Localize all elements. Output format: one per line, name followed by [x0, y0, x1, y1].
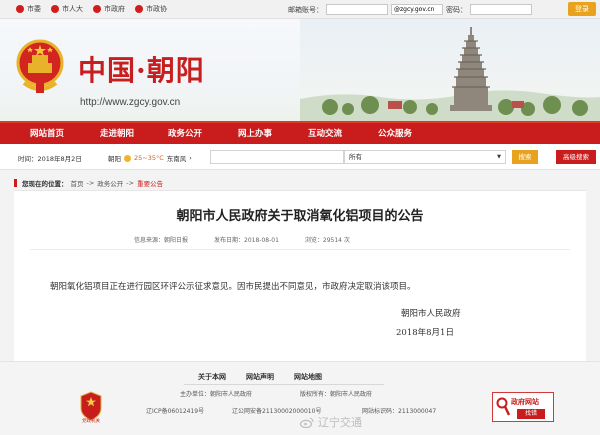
emblem-icon: [93, 5, 101, 13]
footer-link-statement[interactable]: 网站声明: [246, 372, 274, 382]
sun-icon: [124, 154, 131, 162]
nav-item-about[interactable]: 走进朝阳: [100, 127, 134, 139]
main-nav: 网站首页 走进朝阳 政务公开 网上办事 互动交流 公众服务: [0, 121, 600, 144]
top-link-party[interactable]: 市委: [16, 4, 41, 14]
gov-badge-action: 找错: [517, 409, 545, 419]
header-banner: 中国·朝阳 http://www.zgcy.gov.cn: [0, 19, 600, 121]
email-user-input[interactable]: [326, 4, 388, 15]
weather-city: 朝阳: [108, 155, 121, 163]
emblem-icon: [135, 5, 143, 13]
top-link-npc[interactable]: 市人大: [51, 4, 83, 14]
nav-item-online-services[interactable]: 网上办事: [238, 127, 272, 139]
search-input[interactable]: [210, 150, 344, 164]
footer-sponsor: 主办单位：朝阳市人民政府: [180, 391, 253, 398]
email-login: 邮箱账号： 密码：: [288, 4, 532, 15]
footer-icp[interactable]: 辽ICP备06012419号: [146, 406, 204, 415]
watermark-text: 辽宁交通: [318, 416, 362, 429]
article-meta: 信息来源：朝阳日报 发布日期：2018-08-01 浏览：29514 次: [134, 235, 350, 244]
weibo-icon: [300, 417, 314, 428]
login-button[interactable]: 登录: [568, 2, 596, 16]
site-title: 中国·朝阳: [78, 54, 205, 87]
weather-wind: 东南风: [166, 155, 187, 163]
search-button[interactable]: 搜索: [512, 150, 538, 164]
footer-link-about[interactable]: 关于本网: [198, 372, 226, 382]
breadcrumb-label: 您现在的位置：: [22, 180, 68, 188]
footer-links: 关于本网 网站声明 网站地图: [198, 372, 322, 382]
top-bar: 市委 市人大 市政府 市政协 邮箱账号： 密码： 登录: [0, 0, 600, 19]
emblem-icon: [16, 5, 24, 13]
article-panel: 朝阳市人民政府关于取消氧化铝项目的公告 信息来源：朝阳日报 发布日期：2018-…: [14, 191, 586, 361]
breadcrumb: 您现在的位置： 首页 -> 政务公开 -> 重要公告: [14, 178, 163, 188]
article-body: 朝阳氧化铝项目正在进行园区环评公示征求意见。因市民提出不同意见，市政府决定取消该…: [50, 282, 416, 292]
breadcrumb-separator-icon: ->: [86, 179, 95, 187]
password-input[interactable]: [470, 4, 532, 15]
gov-site-error-report-badge[interactable]: 政府网站 找错: [492, 392, 554, 422]
footer-link-sitemap[interactable]: 网站地图: [294, 372, 322, 382]
national-emblem-icon: [16, 39, 64, 93]
pagoda-scenery-image: [300, 19, 600, 121]
article-sign-date: 2018年8月1日: [396, 328, 454, 338]
gov-badge-title: 政府网站: [511, 398, 539, 406]
chevron-down-icon: ▼: [497, 154, 501, 160]
article-signature: 朝阳市人民政府: [401, 309, 461, 319]
footer-copyright: 版权所有：朝阳市人民政府: [300, 391, 373, 398]
breadcrumb-item-home[interactable]: 首页: [71, 178, 84, 188]
magnifier-icon: [496, 397, 510, 416]
top-links: 市委 市人大 市政府 市政协: [16, 4, 167, 14]
nav-item-interaction[interactable]: 互动交流: [308, 127, 342, 139]
article-source: 信息来源：朝阳日报: [134, 237, 189, 244]
weather-temperature: 25~35°C: [134, 154, 164, 162]
weather-widget: 朝阳 25~35°C 东南风 ›: [108, 153, 192, 163]
search-scope-value: 所有: [349, 153, 362, 161]
breadcrumb-marker-icon: [14, 179, 17, 187]
party-organ-badge-icon[interactable]: [80, 391, 102, 421]
search-scope-select[interactable]: 所有 ▼: [344, 150, 506, 164]
site-url[interactable]: http://www.zgcy.gov.cn: [80, 97, 180, 108]
party-badge-label: 党政机关: [82, 419, 100, 424]
watermark: 辽宁交通: [300, 414, 362, 430]
email-domain-field[interactable]: [391, 4, 443, 15]
breadcrumb-separator-icon: ->: [126, 179, 135, 187]
top-link-government[interactable]: 市政府: [93, 4, 125, 14]
emblem-icon: [51, 5, 59, 13]
nav-item-public-services[interactable]: 公众服务: [378, 127, 412, 139]
nav-item-gov-affairs[interactable]: 政务公开: [168, 127, 202, 139]
advanced-search-button[interactable]: 高级搜索: [556, 150, 596, 164]
breadcrumb-item-gov-affairs[interactable]: 政务公开: [97, 178, 123, 188]
current-date: 时间：2018年8月2日: [18, 155, 82, 163]
breadcrumb-item-announcements[interactable]: 重要公告: [137, 178, 163, 188]
footer-site-id: 网站标识码：2113000047: [362, 408, 437, 415]
article-publish-date: 发布日期：2018-08-01: [214, 237, 279, 244]
article-divider: [30, 249, 570, 250]
chevron-right-icon[interactable]: ›: [189, 154, 192, 162]
article-title: 朝阳市人民政府关于取消氧化铝项目的公告: [176, 209, 424, 224]
info-search-row: 时间：2018年8月2日 朝阳 25~35°C 东南风 › 所有 ▼ 搜索 高级…: [0, 144, 600, 170]
article-view-count: 浏览：29514 次: [304, 237, 350, 244]
footer-divider: [184, 384, 384, 385]
top-link-cppcc[interactable]: 市政协: [135, 4, 167, 14]
password-label: 密码：: [446, 5, 467, 14]
email-label: 邮箱账号：: [288, 5, 323, 14]
nav-item-home[interactable]: 网站首页: [30, 127, 64, 139]
